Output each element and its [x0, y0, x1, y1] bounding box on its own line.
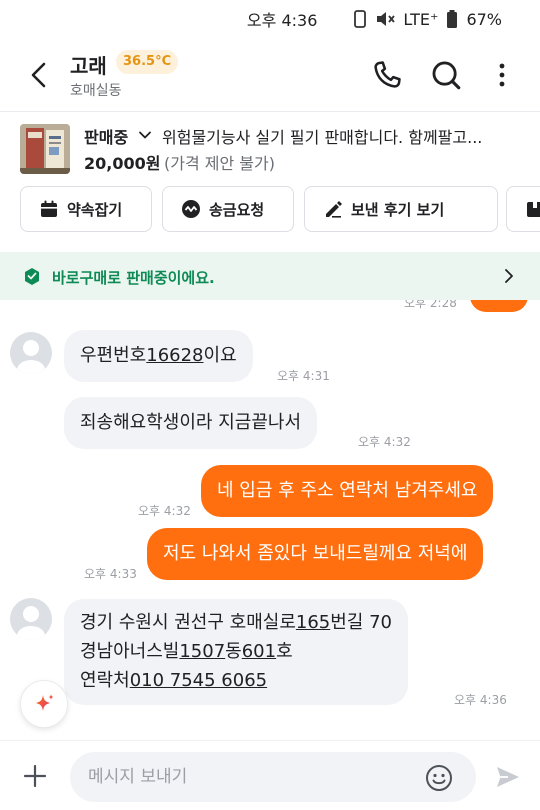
message-time: 오후 4:36 — [454, 693, 507, 707]
banner-text: 바로구매로 판매중이에요. — [52, 269, 215, 287]
message-text: 동 — [225, 640, 242, 662]
status-time: 오후 4:36 — [246, 11, 318, 30]
appointment-label: 약속잡기 — [67, 200, 123, 219]
vibrate-icon — [353, 10, 367, 28]
more-vertical-icon — [499, 63, 505, 87]
message-text: 이요 — [203, 345, 237, 366]
manner-temperature-badge[interactable]: 36.5°C — [116, 50, 179, 74]
message-text: 네 입금 후 주소 연락처 남겨주세요 — [217, 480, 478, 501]
phone-number-link[interactable]: 010 7545 6065 — [130, 670, 267, 691]
avatar[interactable] — [10, 332, 52, 374]
attach-button[interactable] — [22, 763, 48, 789]
message-time: 오후 4:32 — [138, 504, 191, 518]
product-thumbnail[interactable] — [20, 124, 70, 174]
message-bubble-out — [470, 300, 528, 312]
network-label: LTE⁺ — [403, 9, 439, 29]
calendar-icon — [41, 200, 57, 217]
status-bar: 오후 4:36 LTE⁺ 67% — [0, 0, 540, 38]
message-text: 경남아너스빌 — [80, 640, 180, 662]
request-money-button[interactable]: 송금요청 — [162, 186, 294, 232]
pencil-icon — [326, 201, 342, 218]
default-avatar-icon — [17, 606, 45, 640]
chevron-left-icon — [31, 62, 46, 88]
mute-icon — [375, 10, 396, 28]
smiley-icon — [426, 765, 452, 791]
search-button[interactable] — [429, 58, 463, 92]
partner-name: 고래 — [70, 54, 107, 78]
request-money-label: 송금요청 — [209, 200, 265, 219]
building-number-link[interactable]: 1507 — [179, 641, 225, 662]
sell-status-button[interactable]: 판 — [506, 186, 540, 232]
message-time: 오후 2:28 — [404, 300, 457, 310]
emoji-button[interactable] — [424, 763, 454, 793]
package-icon — [25, 268, 39, 285]
address-line: 경기 수원시 권선구 호매실로165번길 70 — [80, 609, 392, 638]
sent-review-button[interactable]: 보낸 후기 보기 — [304, 186, 498, 232]
call-button[interactable] — [370, 58, 404, 92]
battery-percent: 67% — [466, 9, 502, 29]
unit-number-link[interactable]: 601 — [242, 641, 276, 662]
plus-icon — [23, 764, 47, 788]
pay-icon — [182, 200, 200, 218]
send-button[interactable] — [494, 763, 522, 791]
sent-review-label: 보낸 후기 보기 — [351, 200, 445, 219]
address-line: 경남아너스빌1507동601호 — [80, 638, 392, 667]
message-bubble-out[interactable]: 네 입금 후 주소 연락처 남겨주세요 — [201, 465, 494, 517]
message-bubble-out[interactable]: 저도 나와서 좀있다 보내드릴께요 저녁에 — [147, 528, 484, 580]
chat-header: 고래 36.5°C 호매실동 — [0, 38, 540, 110]
address-number-link[interactable]: 165 — [296, 612, 330, 633]
message-bubble-in[interactable]: 경기 수원시 권선구 호매실로165번길 70 경남아너스빌1507동601호 … — [64, 599, 408, 706]
search-icon — [432, 61, 461, 90]
postal-code-link[interactable]: 16628 — [146, 345, 203, 366]
message-text: 연락처 — [80, 669, 130, 691]
send-icon — [497, 767, 519, 787]
message-text: 우편번호 — [80, 345, 147, 366]
message-text: 경기 수원시 권선구 호매실로 — [80, 612, 296, 633]
direct-purchase-banner[interactable]: 바로구매로 판매중이에요. — [0, 252, 540, 300]
phone-icon — [374, 61, 401, 88]
product-title: 위험물기능사 실기 필기 판매합니다. 함께팔고... — [162, 128, 483, 147]
price-negotiable-note: (가격 제안 불가) — [164, 154, 275, 173]
product-summary[interactable]: 판매중 위험물기능사 실기 필기 판매합니다. 함께팔고... 20,000원 … — [0, 112, 540, 178]
sparkle-icon — [36, 694, 54, 711]
product-status[interactable]: 판매중 — [84, 124, 128, 148]
message-list[interactable]: 오후 2:28 우편번호16628이요 오후 4:31 죄송해요학생이라 지금끝… — [0, 300, 540, 740]
product-price: 20,000원 — [84, 154, 161, 173]
default-avatar-icon — [17, 340, 45, 374]
contact-line: 연락처010 7545 6065 — [80, 667, 392, 696]
message-text: 번길 70 — [330, 612, 392, 633]
ai-assist-button[interactable] — [20, 680, 68, 728]
box-icon — [527, 202, 540, 217]
action-chip-bar: 약속잡기 송금요청 보낸 후기 보기 판 — [20, 186, 540, 232]
message-input-bar — [0, 740, 540, 810]
message-bubble-in[interactable]: 죄송해요학생이라 지금끝나서 — [64, 397, 318, 449]
message-text: 호 — [276, 640, 293, 662]
battery-icon — [446, 10, 458, 28]
message-text: 저도 나와서 좀있다 보내드릴께요 저녁에 — [163, 543, 468, 564]
message-time: 오후 4:33 — [84, 567, 137, 581]
message-time: 오후 4:31 — [277, 369, 330, 383]
message-time: 오후 4:32 — [358, 435, 411, 449]
chevron-right-icon — [505, 269, 513, 283]
avatar[interactable] — [10, 598, 52, 640]
message-bubble-in[interactable]: 우편번호16628이요 — [64, 330, 253, 382]
chevron-down-icon[interactable] — [137, 127, 153, 143]
back-button[interactable] — [22, 58, 56, 92]
more-options-button[interactable] — [490, 58, 514, 92]
message-input[interactable] — [70, 752, 476, 802]
appointment-button[interactable]: 약속잡기 — [20, 186, 152, 232]
partner-location: 호매실동 — [70, 83, 122, 99]
message-text: 죄송해요학생이라 지금끝나서 — [80, 412, 302, 433]
